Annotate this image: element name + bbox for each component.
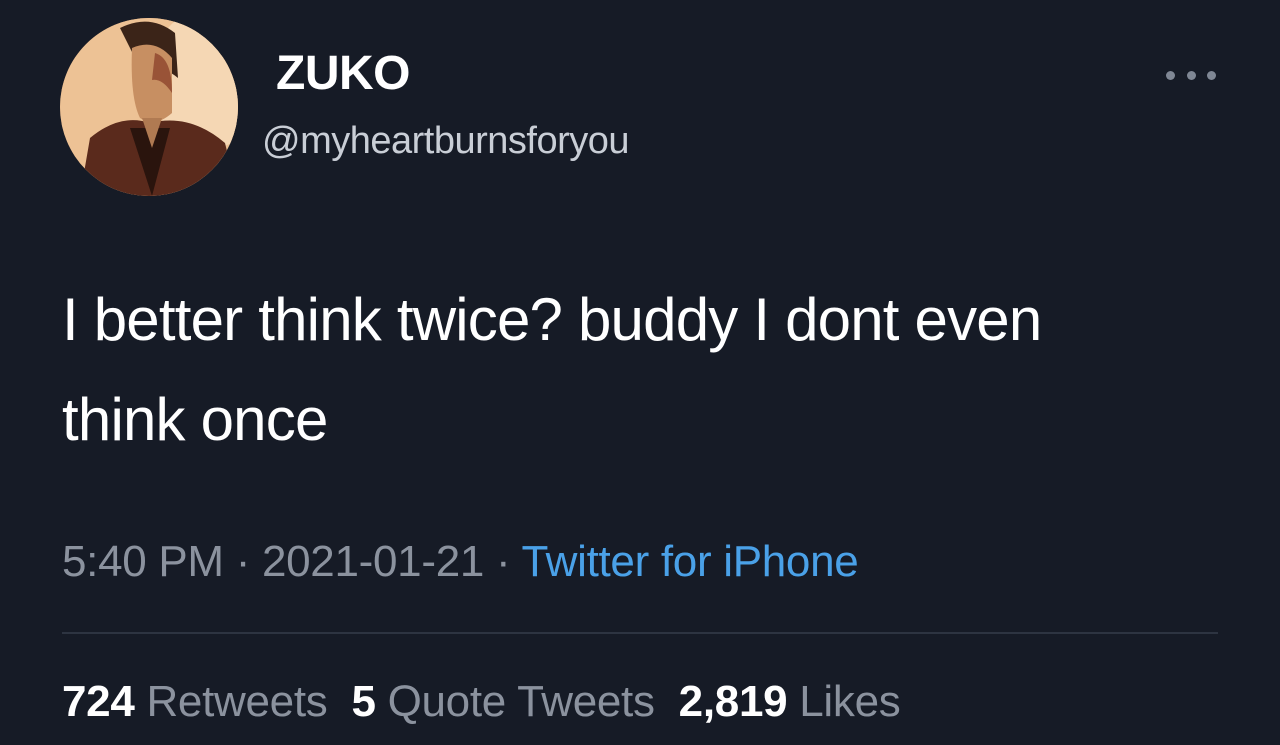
meta-separator: · [484, 537, 522, 586]
likes-stat[interactable]: 2,819 Likes [679, 677, 901, 726]
tweet-text-line: I better think twice? buddy I dont even [62, 286, 1042, 353]
quote-tweets-count: 5 [351, 677, 376, 726]
avatar-illustration [60, 18, 238, 196]
meta-separator: · [223, 537, 262, 586]
more-dot [1166, 70, 1175, 80]
likes-count: 2,819 [678, 677, 788, 726]
likes-label: Likes [799, 677, 901, 726]
tweet-date[interactable]: 2021-01-21 [262, 537, 484, 586]
tweet-meta: 5:40 PM · 2021-01-21 · Twitter for iPhon… [62, 537, 859, 586]
quote-tweets-stat[interactable]: 5 Quote Tweets [351, 677, 655, 726]
more-dot [1207, 70, 1216, 80]
display-name[interactable]: ZUKO [276, 50, 410, 98]
tweet-text: I better think twice? buddy I dont even … [62, 270, 1222, 470]
divider [62, 632, 1218, 634]
more-dot [1186, 70, 1196, 80]
tweet-stats: 724 Retweets 5 Quote Tweets 2,819 Likes [62, 680, 924, 724]
tweet-source-link[interactable]: Twitter for iPhone [521, 537, 858, 586]
user-handle[interactable]: @myheartburnsforyou [262, 122, 630, 160]
tweet-card: ZUKO @myheartburnsforyou I better think … [0, 0, 1280, 745]
more-horizontal-icon[interactable] [1166, 62, 1216, 88]
retweets-stat[interactable]: 724 Retweets [62, 677, 328, 726]
tweet-time[interactable]: 5:40 PM [62, 537, 224, 586]
tweet-text-line: think once [62, 386, 328, 453]
profile-avatar[interactable] [60, 18, 238, 196]
retweets-count: 724 [62, 677, 135, 726]
quote-tweets-label: Quote Tweets [387, 677, 655, 726]
retweets-label: Retweets [146, 677, 328, 726]
